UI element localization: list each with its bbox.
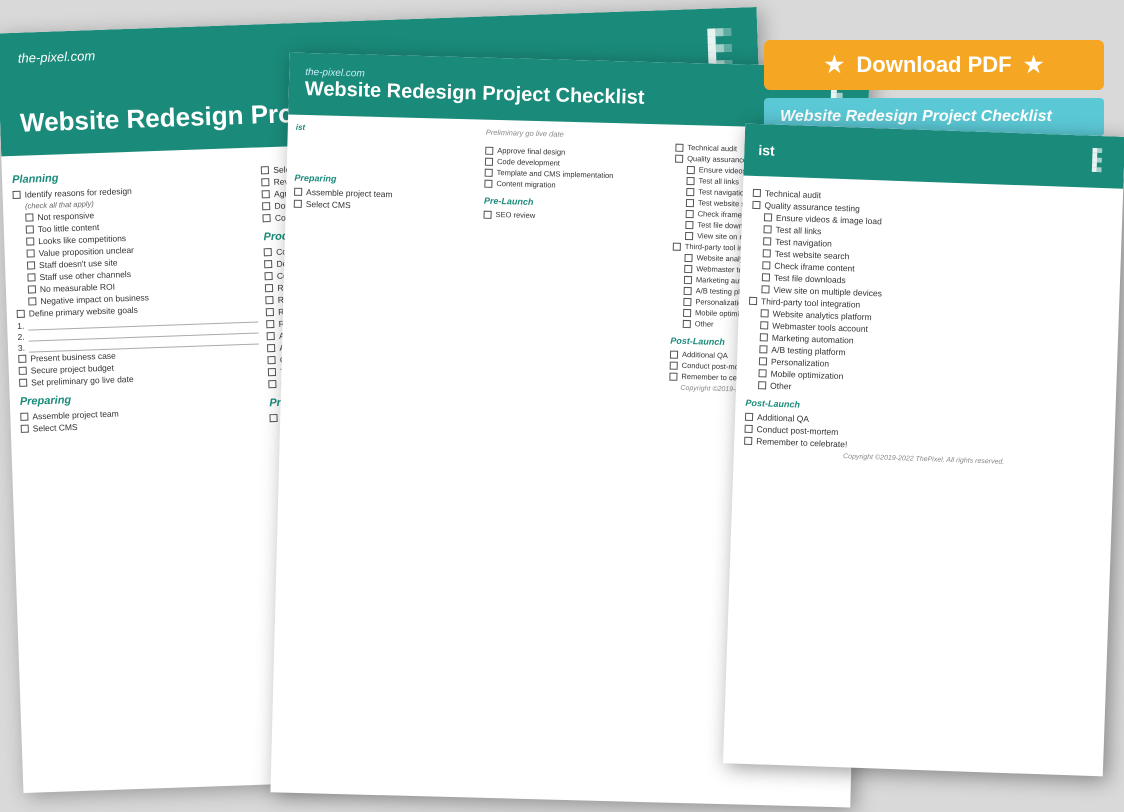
mid-prelaunch: Pre-Launch xyxy=(484,196,668,211)
scene: the-pixel.com Website Redesign Project xyxy=(0,0,1124,812)
col-planning: Planning Identify reasons for redesign (… xyxy=(12,157,263,444)
download-label: Download PDF xyxy=(856,52,1011,77)
mid-seo: SEO review xyxy=(484,210,668,224)
front-title: ist xyxy=(758,142,775,159)
mid-preparing: Preparing xyxy=(294,173,478,188)
mid-col1: ist Preparing Assemble project team Sele… xyxy=(289,123,480,387)
site-url: the-pixel.com xyxy=(18,48,96,66)
right-panel: Download PDF Website Redesign Project Ch… xyxy=(764,40,1104,136)
front-body: Technical audit Quality assurance testin… xyxy=(733,176,1123,476)
front-document: ist Technical audit Quality assurance te… xyxy=(723,124,1124,777)
download-button[interactable]: Download PDF xyxy=(764,40,1104,90)
mid-col2: Preliminary go live date Approve final d… xyxy=(479,128,670,392)
mid-prelim: Preliminary go live date xyxy=(486,128,670,143)
front-logo-icon xyxy=(1074,145,1111,178)
mid-cms: Select CMS xyxy=(294,199,478,214)
